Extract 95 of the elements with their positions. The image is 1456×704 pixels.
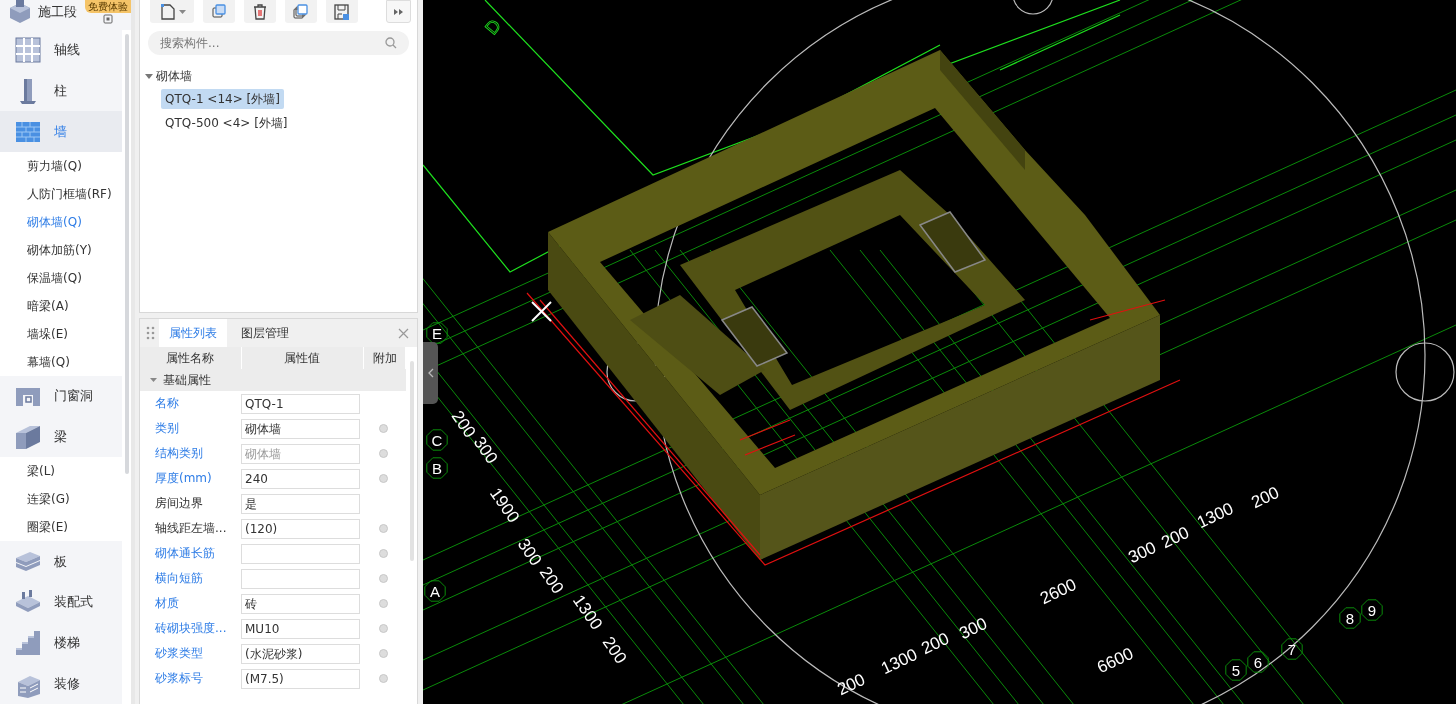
property-value-field[interactable]: QTQ-1 [241,393,360,414]
dimension-label: 200 [834,669,869,700]
dimension-label: 300 [1125,537,1160,568]
more-button[interactable] [386,0,411,23]
radio-button[interactable] [379,424,388,433]
dimension-label: 200 [918,628,953,659]
collapse-button[interactable] [423,342,438,404]
property-value-field[interactable]: 240 [241,468,360,489]
sidebar-item[interactable]: 轴线 [0,29,122,71]
radio-button[interactable] [379,549,388,558]
dimension-label: 300 [513,535,546,570]
close-button[interactable] [398,327,409,339]
grid-icon [14,36,42,65]
radio-button[interactable] [379,674,388,683]
copy-icon [210,2,228,21]
axis-bubble: E [426,322,448,344]
property-value-field[interactable]: 是 [241,493,360,514]
close-icon [398,327,409,339]
radio-button[interactable] [379,574,388,583]
toolbar-button[interactable] [244,0,276,23]
sidebar-item[interactable]: 门窗洞 [0,375,122,417]
chevron-left-icon [427,368,434,378]
axis-bubble: 9 [1361,599,1383,621]
dimension-label: 1300 [878,644,921,679]
property-name: 砂浆标号 [154,670,204,687]
new-document-icon [158,2,177,21]
drag-handle-icon [146,326,155,340]
property-name: 砖砌块强度... [154,620,228,637]
property-value-field[interactable] [241,568,360,589]
property-name: 轴线距左墙... [154,520,228,537]
dimension-label: 300 [956,613,991,644]
sidebar-item[interactable]: 柱 [0,70,122,112]
sidebar-item[interactable]: 楼梯 [0,622,122,664]
sidebar-item[interactable]: 装修 [0,663,122,704]
axis-bubble: B [426,457,448,479]
radio-button[interactable] [379,624,388,633]
axis-bubble: A [424,580,446,602]
dimension-label: 200 [598,633,631,668]
cursor-cross-icon [531,301,552,322]
property-name: 结构类别 [154,445,204,462]
property-name: 类别 [154,420,180,437]
dimension-label: 2600 [1037,574,1080,609]
property-value-field[interactable] [241,543,360,564]
search-field[interactable]: 搜索构件... [148,31,409,55]
dimension-label: 200 [1158,522,1193,553]
radio-button[interactable] [379,599,388,608]
property-name: 材质 [154,595,180,612]
radio-button[interactable] [379,474,388,483]
property-name: 砌体通长筋 [154,545,216,562]
tab[interactable]: 图层管理 [231,319,299,347]
tree-item[interactable]: QTQ-1 <14> [外墙] [161,89,284,109]
radio-button[interactable] [379,524,388,533]
axis-bubble: 8 [1339,607,1361,629]
toolbar-button[interactable] [285,0,317,23]
property-value-field[interactable]: (120) [241,518,360,539]
toolbar-button[interactable] [326,0,358,23]
layered-copy-icon [292,2,310,21]
search-icon[interactable] [385,37,397,49]
dimension-label: 6600 [1094,643,1137,678]
caret-icon [178,9,186,14]
scrollbar[interactable] [125,34,129,474]
axis-bubble: 5 [1225,659,1247,681]
trash-icon [251,2,269,21]
axis-label: D [481,15,505,39]
property-name: 房间边界 [154,495,204,512]
sidebar-item[interactable]: 装配式 [0,581,122,623]
dimension-label: 200 [1248,482,1283,513]
sidebar-item[interactable]: 墙 [0,111,122,152]
property-name: 名称 [154,395,180,412]
property-value-field[interactable]: (M7.5) [241,668,360,689]
trial-badge[interactable]: 免费体验 [85,0,131,13]
sidebar-item[interactable]: 梁 [0,416,122,458]
property-value-field[interactable]: MU10 [241,618,360,639]
property-value-field[interactable]: 砌体墙 [241,418,360,439]
property-value-field[interactable]: (水泥砂浆) [241,643,360,664]
tree-item[interactable]: QTQ-500 <4> [外墙] [161,113,292,133]
small-square-icon [103,14,113,24]
dimension-label: 1300 [1194,498,1237,533]
property-value-field[interactable]: 砖 [241,593,360,614]
group-header[interactable]: 基础属性 [140,369,406,391]
tree-group-item[interactable]: 砌体墙 [145,67,417,85]
property-name: 厚度(mm) [154,470,213,487]
axis-bubble: C [426,429,448,451]
toolbar-button[interactable] [150,0,194,23]
double-arrow-icon [394,8,403,15]
sidebar-item[interactable]: 施工段 免费体验 [0,0,131,30]
property-name: 横向短筋 [154,570,204,587]
radio-button[interactable] [379,649,388,658]
property-name: 砂浆类型 [154,645,204,662]
axis-bubble: 6 [1247,651,1269,673]
stairs-icon [14,629,42,657]
axis-bubble: 7 [1281,638,1303,660]
save-template-icon [333,2,351,21]
tab[interactable]: 属性列表 [159,319,227,347]
sidebar-item[interactable]: 板 [0,541,122,582]
